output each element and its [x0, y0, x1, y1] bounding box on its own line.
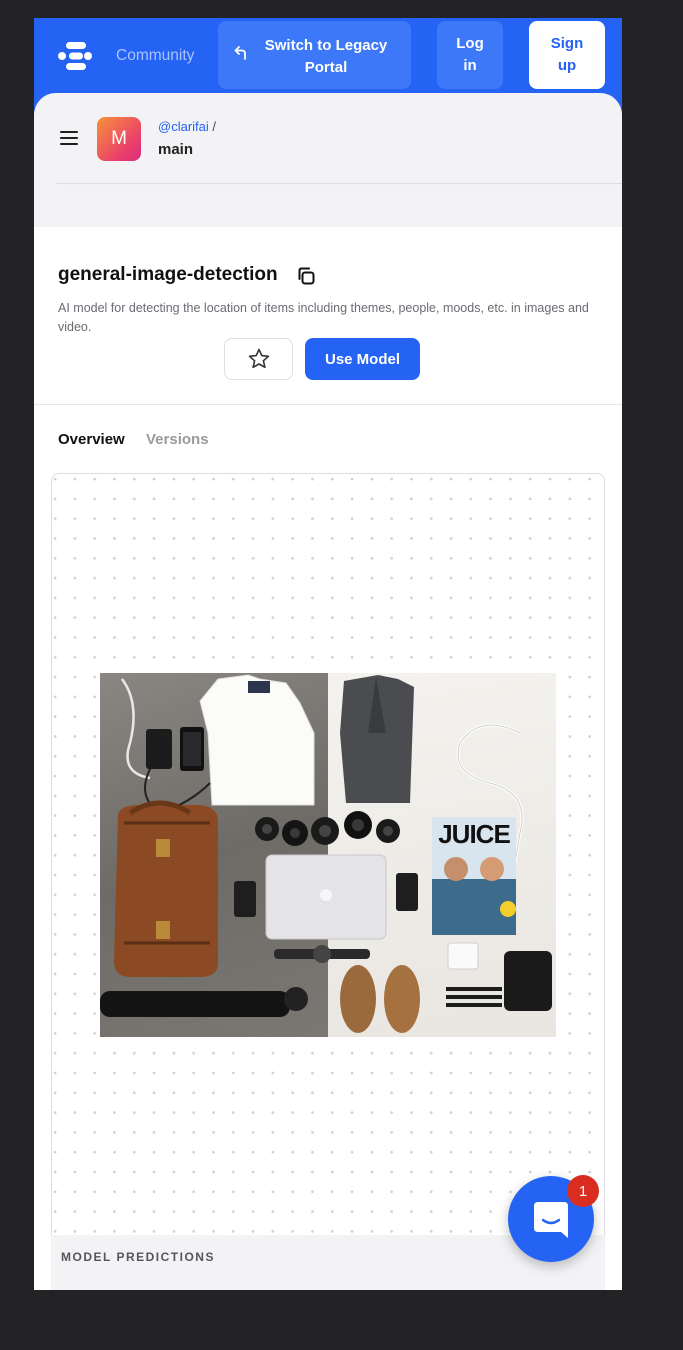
breadcrumb-separator: / [212, 119, 217, 134]
use-model-button[interactable]: Use Model [305, 338, 420, 380]
header-divider [56, 183, 622, 184]
app-header: M @clarifai / main [34, 93, 622, 227]
chat-icon [534, 1202, 568, 1238]
magazine-title: JUICE [438, 819, 511, 849]
notification-badge: 1 [567, 1175, 599, 1207]
app-avatar[interactable]: M [97, 117, 141, 161]
preview-canvas: JUICE [51, 473, 605, 1290]
model-title: general-image-detection [58, 264, 278, 285]
switch-legacy-label: Switch to Legacy Portal [264, 37, 388, 76]
preview-image[interactable]: JUICE [100, 673, 556, 1037]
model-info-section: general-image-detection AI model for det… [34, 227, 622, 405]
breadcrumb: @clarifai / [158, 119, 216, 134]
tab-overview[interactable]: Overview [58, 431, 125, 448]
star-button[interactable] [224, 338, 293, 380]
clarifai-logo-icon[interactable] [56, 38, 94, 74]
hamburger-menu-icon[interactable] [60, 131, 78, 145]
app-frame: Community Switch to Legacy Portal Log in… [34, 18, 622, 1290]
undo-arrow-icon [234, 46, 246, 60]
tab-versions[interactable]: Versions [146, 431, 209, 448]
switch-legacy-button[interactable]: Switch to Legacy Portal [218, 21, 411, 89]
flatlay-illustration [100, 674, 552, 1033]
copy-icon[interactable] [295, 265, 317, 287]
model-description: AI model for detecting the location of i… [58, 301, 589, 334]
star-icon [248, 348, 269, 369]
model-predictions-label: MODEL PREDICTIONS [61, 1250, 215, 1264]
owner-link[interactable]: @clarifai [158, 119, 209, 134]
community-link[interactable]: Community [116, 47, 194, 65]
app-name-link[interactable]: main [158, 141, 193, 158]
login-button[interactable]: Log in [437, 21, 503, 89]
signup-button[interactable]: Sign up [529, 21, 605, 89]
